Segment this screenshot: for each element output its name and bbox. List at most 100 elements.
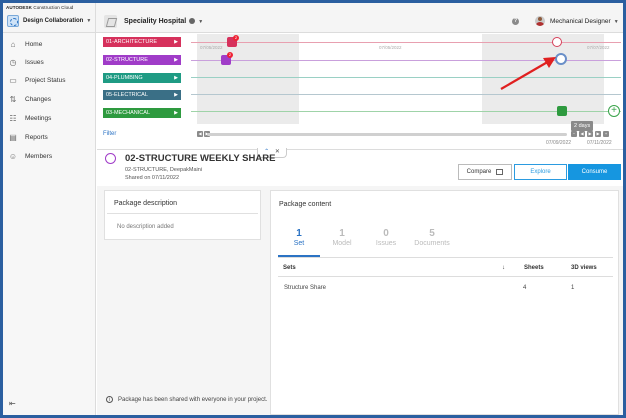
tab-count: 5 [429,228,435,239]
tab-label: Model [332,240,352,247]
hub-column: AUTODESK Construction Cloud Design Colla… [3,3,96,33]
column-header-sets[interactable]: Sets [283,265,296,271]
filter-link[interactable]: Filter [103,131,116,137]
sidebar-item-reports[interactable]: ▤ Reports [3,128,96,146]
package-count-badge: 2 [227,52,233,58]
play-icon: ▶ [174,57,178,63]
tab-issues[interactable]: 0 Issues [364,228,408,247]
sidebar-item-meetings[interactable]: ☷ Meetings [3,109,96,127]
next-icon[interactable]: ▶ [595,131,601,137]
consume-label: Consume [581,169,608,175]
top-bar: AUTODESK Construction Cloud Design Colla… [3,3,623,33]
sidebar-item-label: Changes [25,95,52,103]
tab-model[interactable]: 1 Model [320,228,364,247]
add-package-icon[interactable]: + [608,105,620,117]
chevron-down-icon: ▼ [613,19,619,25]
project-selector[interactable]: Speciality Hospital ▼ [124,18,203,25]
play-icon: ▶ [174,39,178,45]
range-tooltip: 2 days [571,121,594,131]
chevron-down-icon: ▼ [198,19,204,25]
issues-icon: ◷ [9,57,17,67]
close-icon[interactable]: ✕ [275,149,280,155]
sidebar-item-members[interactable]: ☺ Members [3,147,96,165]
package-description-panel: Package description No description added [104,190,261,240]
team-label-mechanical[interactable]: 03-MECHANICAL ▶ [103,108,181,118]
sidebar-item-project-status[interactable]: ▭ Project Status [3,71,96,89]
column-header-3d-views[interactable]: 3D views [571,265,597,271]
range-start-date: 07/09/2022 [546,140,572,146]
range-end-date: 07/11/2022 [587,140,612,146]
app-frame: AUTODESK Construction Cloud Design Colla… [3,3,623,415]
team-label-text: 05-ELECTRICAL [106,92,148,98]
timeline-date: 07/05/2022 [379,45,402,50]
structure-share-circle-selected[interactable] [555,53,567,65]
sort-arrow-icon[interactable]: ↓ [502,265,505,271]
timeline-date: 07/07/2022 [587,45,610,50]
consume-button[interactable]: Consume [568,164,621,180]
compare-icon [496,169,504,175]
home-icon: ⌂ [10,39,16,49]
brand-product: Construction Cloud [33,5,74,10]
changes-icon: ⇅ [9,94,17,104]
set-sheets-count: 4 [523,285,527,291]
sidebar-item-changes[interactable]: ⇅ Changes [3,90,96,108]
explore-label: Explore [530,169,551,175]
team-label-architecture[interactable]: 01-ARCHITECTURE ▶ [103,37,181,47]
play-icon: ▶ [174,92,178,98]
tab-documents[interactable]: 5 Documents [406,228,458,247]
sidebar-item-home[interactable]: ⌂ Home [3,35,96,53]
reports-icon: ▤ [9,132,17,142]
set-views-count: 1 [571,285,575,291]
sidebar-item-issues[interactable]: ◷ Issues [3,53,96,71]
package-count-badge: 2 [233,35,239,41]
user-menu[interactable]: Mechanical Designer ▼ [550,18,619,25]
tab-label: Documents [414,240,450,247]
divider [107,213,258,214]
sidebar-item-label: Issues [25,58,44,66]
brand-logo: AUTODESK Construction Cloud [6,5,73,10]
zoom-out-icon[interactable]: − [571,131,577,137]
description-title: Package description [114,200,178,207]
team-label-structure[interactable]: 02-STRUCTURE ▶ [103,55,181,65]
design-collaboration-icon [7,15,19,27]
brand-name: AUTODESK [6,5,32,10]
collapse-sidebar-icon[interactable]: ⇤ [9,399,16,408]
hub-selector[interactable]: Design Collaboration ▼ [23,18,91,24]
description-empty-text: No description added [117,224,174,230]
mechanical-package-marker[interactable] [557,106,567,116]
tab-count: 0 [383,228,389,239]
info-icon: i [106,396,113,403]
help-icon[interactable]: ? [512,18,519,25]
globe-icon [189,18,196,25]
package-content-panel: Package content [270,190,619,415]
first-icon[interactable]: ◀ [579,131,585,137]
package-owner: 02-STRUCTURE, DeepakMaini [125,167,203,173]
compare-label: Compare [466,169,492,175]
hub-name: Design Collaboration [23,18,84,24]
set-name[interactable]: Structure Share [284,285,326,291]
sidebar-item-label: Project Status [25,76,66,84]
sidebar-item-label: Meetings [25,114,52,122]
architecture-share-circle[interactable] [552,37,562,47]
members-icon: ☺ [8,151,18,161]
avatar[interactable] [535,16,545,26]
timeline-scrollbar[interactable] [207,133,567,136]
explore-button[interactable]: Explore [514,164,567,180]
column-header-sheets[interactable]: Sheets [524,265,544,271]
plumbing-lane [191,77,621,78]
team-label-electrical[interactable]: 05-ELECTRICAL ▶ [103,90,181,100]
zoom-in-icon[interactable]: + [603,131,609,137]
project-icon [104,15,117,28]
team-label-plumbing[interactable]: 04-PLUMBING ▶ [103,73,181,83]
team-label-text: 03-MECHANICAL [106,110,151,116]
prev-icon[interactable]: ▶ [587,131,593,137]
team-label-text: 04-PLUMBING [106,75,143,81]
project-status-icon: ▭ [9,75,17,85]
package-color-icon [105,153,116,164]
sidebar-item-label: Home [25,40,43,48]
tab-set[interactable]: 1 Set [277,228,321,247]
package-title: 02-STRUCTURE WEEKLY SHARE [125,153,276,164]
scroll-left-icon[interactable]: ◀ [197,131,203,137]
compare-button[interactable]: Compare [458,164,512,180]
tab-count: 1 [339,228,345,239]
